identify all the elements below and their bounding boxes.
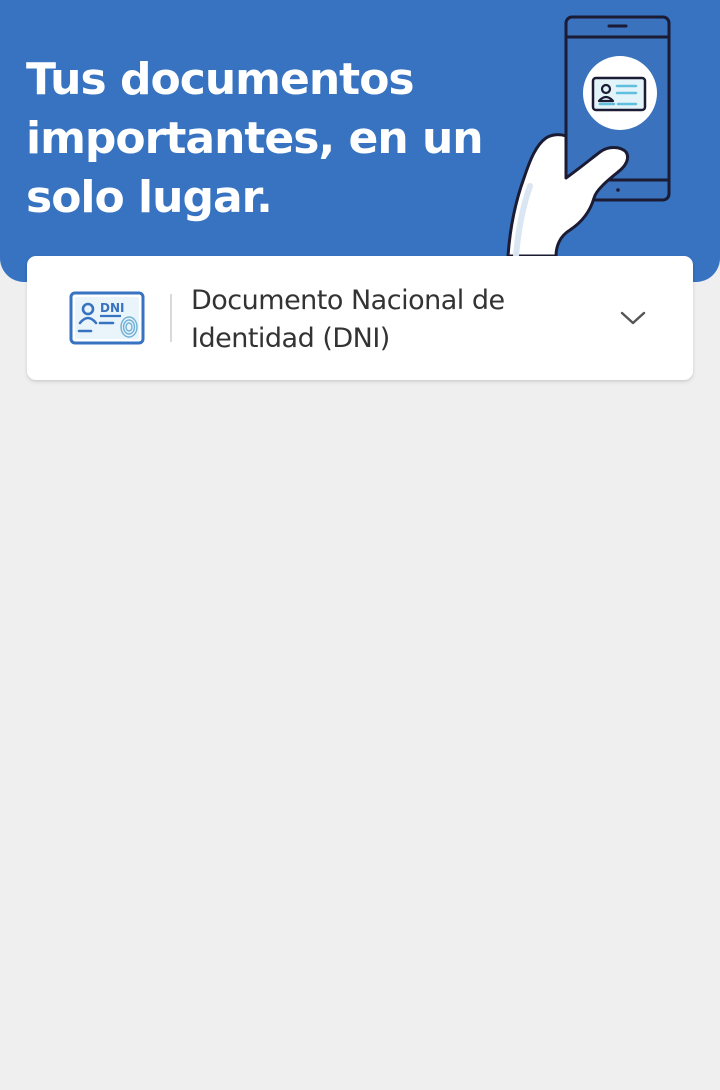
id-card-icon <box>583 56 657 130</box>
dni-card-icon: DNI <box>69 291 145 345</box>
dni-icon-text: DNI <box>100 301 124 315</box>
chevron-down-icon[interactable] <box>619 304 647 332</box>
hand-holding-phone-illustration <box>506 15 671 259</box>
dni-document-card[interactable]: DNI Documento Nacional de Identidad (DNI… <box>27 256 693 380</box>
hero-title: Tus documentos importantes, en un solo l… <box>26 54 484 223</box>
hero-banner: Tus documentos importantes, en un solo l… <box>0 0 720 282</box>
document-title: Documento Nacional de Identidad (DNI) <box>191 285 505 354</box>
card-divider <box>170 294 172 342</box>
